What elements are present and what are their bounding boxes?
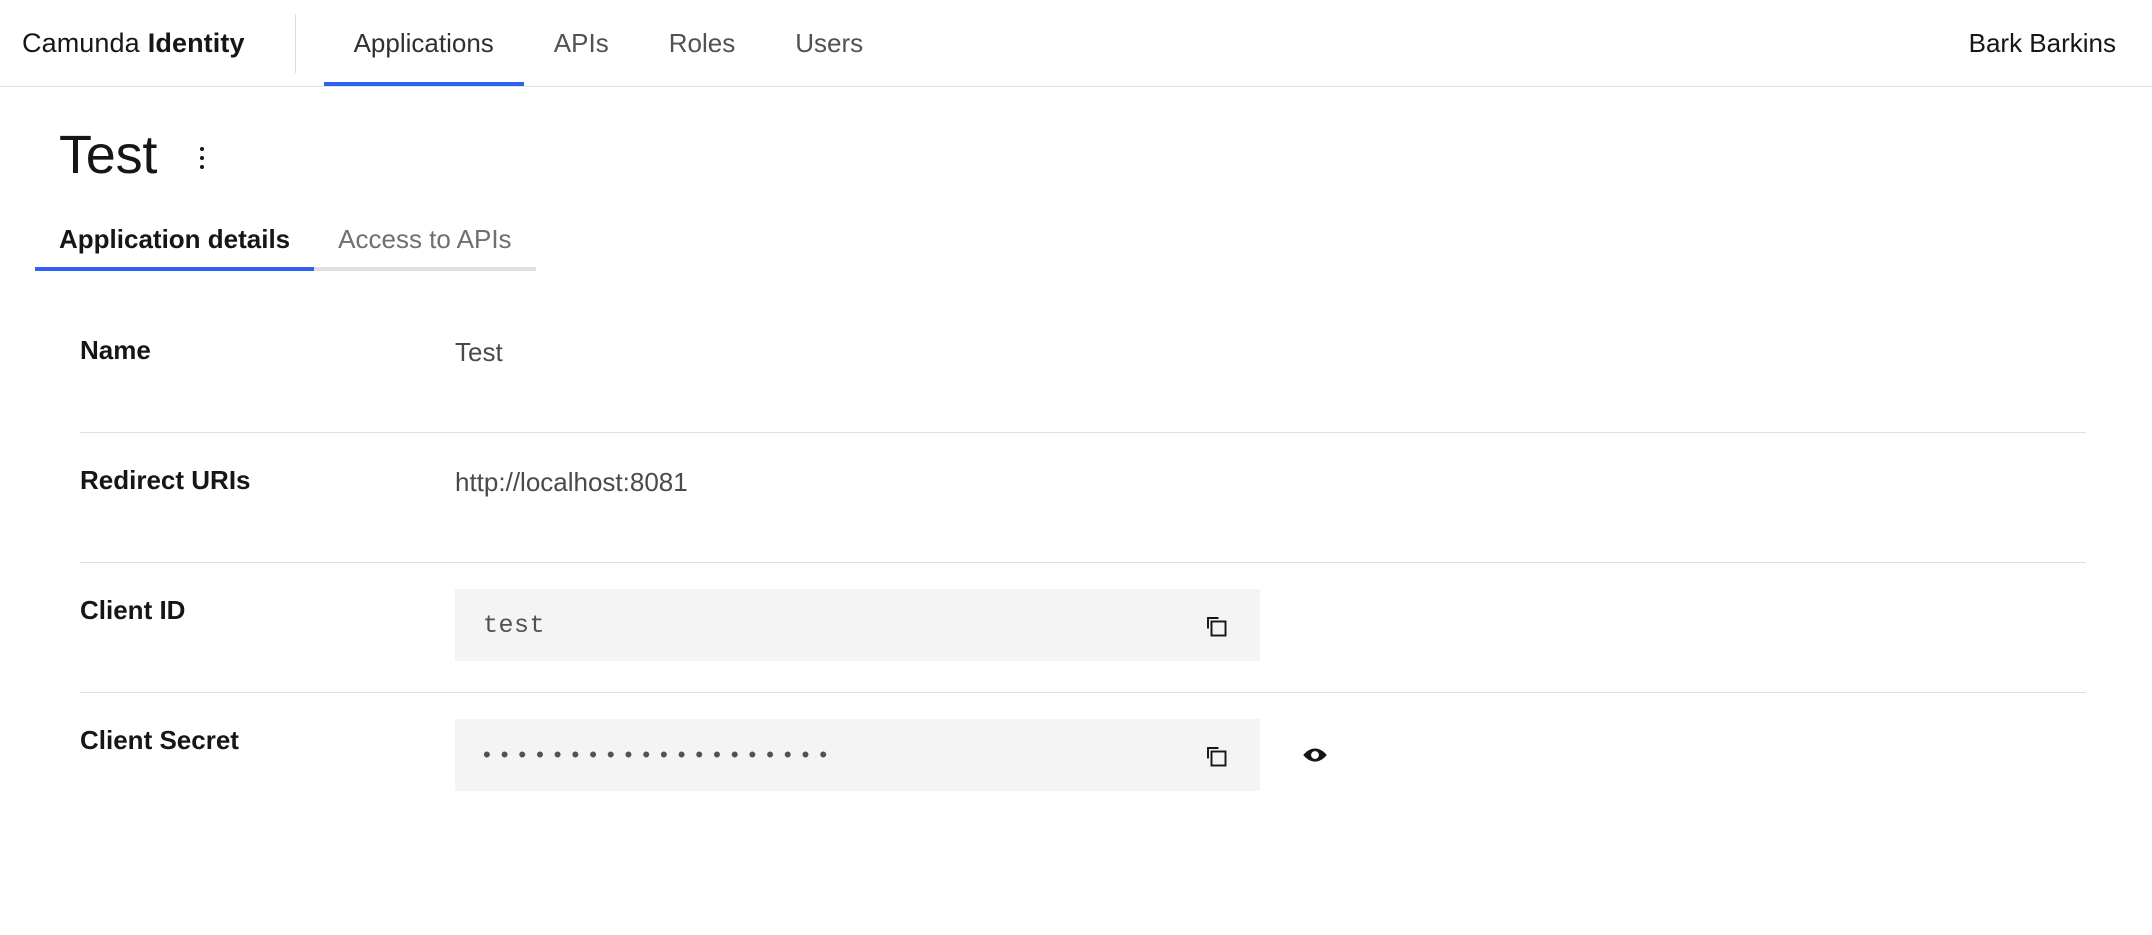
client-secret-field-wrap: •••••••••••••••••••• <box>455 719 1342 791</box>
nav-item-label: Applications <box>354 28 494 59</box>
detail-row: Redirect URIs http://localhost:8081 <box>80 433 2086 563</box>
application-details-list: Name Test Redirect URIs http://localhost… <box>80 303 2086 823</box>
app-header: Camunda Identity Applications APIs Roles… <box>0 0 2152 87</box>
detail-value-redirect-uris: http://localhost:8081 <box>455 459 688 498</box>
overflow-dot <box>200 147 204 151</box>
nav-item-users[interactable]: Users <box>765 0 893 86</box>
detail-label-name: Name <box>80 329 455 366</box>
copy-icon[interactable] <box>1192 602 1238 648</box>
tab-application-details[interactable]: Application details <box>35 224 314 271</box>
client-secret-value: •••••••••••••••••••• <box>483 742 1192 768</box>
header-divider <box>295 14 296 73</box>
page-title-row: Test <box>59 107 2152 202</box>
nav-item-label: Users <box>795 28 863 59</box>
eye-icon[interactable] <box>1288 728 1342 782</box>
detail-label-redirect-uris: Redirect URIs <box>80 459 455 496</box>
subtabs: Application details Access to APIs <box>35 224 2152 271</box>
client-secret-field[interactable]: •••••••••••••••••••• <box>455 719 1260 791</box>
detail-row: Client ID test <box>80 563 2086 693</box>
overflow-dot <box>200 156 204 160</box>
page-title: Test <box>59 128 157 182</box>
detail-row: Client Secret •••••••••••••••••••• <box>80 693 2086 823</box>
nav-item-label: APIs <box>554 28 609 59</box>
user-name-label: Bark Barkins <box>1969 28 2116 59</box>
nav-item-applications[interactable]: Applications <box>324 0 524 86</box>
brand-logo[interactable]: Camunda Identity <box>0 0 245 86</box>
main-nav: Applications APIs Roles Users <box>324 0 894 86</box>
overflow-dot <box>200 165 204 169</box>
tab-label: Access to APIs <box>338 224 511 254</box>
nav-item-label: Roles <box>669 28 735 59</box>
client-id-field-wrap: test <box>455 589 1260 661</box>
brand-prefix: Camunda <box>22 28 140 59</box>
client-id-field[interactable]: test <box>455 589 1260 661</box>
tab-label: Application details <box>59 224 290 254</box>
overflow-menu-vertical-icon[interactable] <box>183 139 221 177</box>
detail-label-client-id: Client ID <box>80 589 455 626</box>
copy-icon[interactable] <box>1192 732 1238 778</box>
detail-label-client-secret: Client Secret <box>80 719 455 756</box>
user-menu[interactable]: Bark Barkins <box>1969 0 2152 86</box>
tab-access-to-apis[interactable]: Access to APIs <box>314 224 535 271</box>
page-content: Test Application details Access to APIs … <box>0 87 2152 823</box>
nav-item-roles[interactable]: Roles <box>639 0 765 86</box>
brand-strong: Identity <box>148 28 245 59</box>
detail-row: Name Test <box>80 303 2086 433</box>
client-id-value: test <box>483 611 1192 640</box>
detail-value-name: Test <box>455 329 503 368</box>
nav-item-apis[interactable]: APIs <box>524 0 639 86</box>
